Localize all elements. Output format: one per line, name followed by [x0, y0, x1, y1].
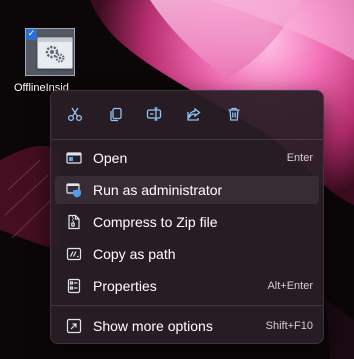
menu-item-run-as-administrator[interactable]: Run as administrator	[55, 176, 319, 204]
menu-item-properties[interactable]: Properties Alt+Enter	[55, 272, 319, 300]
rename-button[interactable]	[142, 102, 166, 126]
delete-icon	[228, 107, 240, 121]
zip-file-icon	[66, 214, 82, 230]
menu-item-label: Open	[93, 150, 128, 166]
quick-actions-bar	[51, 91, 323, 137]
menu-item-compress-to-zip[interactable]: Compress to Zip file	[55, 208, 319, 236]
copy-icon	[110, 107, 122, 122]
desktop-file-icon[interactable]: ✓ OfflineInsid	[12, 27, 78, 97]
run-as-admin-icon	[66, 182, 82, 198]
menu-item-label: Compress to Zip file	[93, 214, 218, 230]
menu-item-label: Show more options	[93, 318, 213, 334]
menu-item-label: Copy as path	[93, 246, 176, 262]
settings-gears-icon	[37, 37, 73, 69]
menu-item-shortcut: Enter	[286, 152, 313, 164]
menu-divider	[51, 305, 323, 306]
share-button[interactable]	[182, 102, 206, 126]
context-menu: Open Enter Run as administrator Compress…	[50, 90, 324, 344]
menu-item-open[interactable]: Open Enter	[55, 144, 319, 172]
rename-icon	[146, 107, 162, 121]
properties-icon	[66, 278, 82, 294]
checkbox-checked-icon[interactable]: ✓	[26, 29, 37, 40]
menu-divider	[51, 139, 323, 140]
cut-button[interactable]	[63, 102, 87, 126]
show-more-options-icon	[66, 318, 82, 334]
copy-button[interactable]	[104, 102, 128, 126]
delete-button[interactable]	[222, 102, 246, 126]
menu-item-label: Run as administrator	[93, 182, 223, 198]
menu-item-copy-as-path[interactable]: Copy as path	[55, 240, 319, 268]
menu-item-shortcut: Shift+F10	[265, 320, 313, 332]
menu-item-shortcut: Alt+Enter	[267, 280, 313, 292]
copy-path-icon	[66, 246, 82, 262]
menu-item-show-more-options[interactable]: Show more options Shift+F10	[55, 312, 319, 340]
menu-item-label: Properties	[93, 278, 157, 294]
open-app-icon	[66, 150, 82, 166]
share-icon	[187, 107, 201, 121]
cut-icon	[67, 107, 83, 122]
